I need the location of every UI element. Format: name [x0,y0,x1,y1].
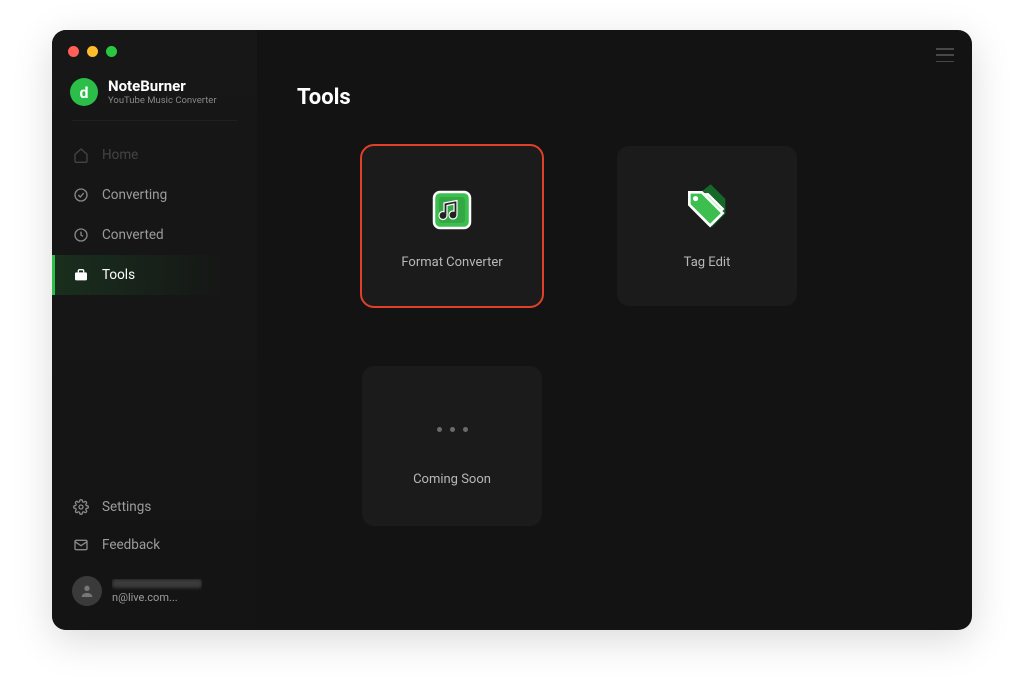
page-title: Tools [297,85,932,110]
toolbox-icon [72,266,90,284]
app-name: NoteBurner [108,78,217,95]
sidebar-bottom: Settings Feedback n@live.com... [52,488,257,630]
sidebar-item-label: Converted [102,227,164,243]
refresh-icon [72,186,90,204]
format-converter-icon [425,183,479,237]
brand: d NoteBurner YouTube Music Converter [52,78,257,120]
sidebar-item-label: Home [102,147,138,163]
tool-grid: Format Converter Tag Edit Coming [297,146,932,526]
sidebar: d NoteBurner YouTube Music Converter Hom… [52,30,257,630]
home-icon [72,146,90,164]
user-email: n@live.com... [112,591,202,604]
window-controls [68,46,117,57]
tool-label: Tag Edit [684,255,731,270]
gear-icon [72,498,90,516]
sidebar-item-settings[interactable]: Settings [52,488,257,526]
menu-icon[interactable] [936,48,954,62]
clock-icon [72,226,90,244]
app-subtitle: YouTube Music Converter [108,95,217,106]
user-name-redacted [112,579,202,588]
sidebar-item-tools[interactable]: Tools [52,255,257,295]
tag-icon [680,183,734,237]
ellipsis-icon [437,406,468,454]
sidebar-item-label: Feedback [102,537,160,553]
close-window-button[interactable] [68,46,79,57]
user-info: n@live.com... [112,579,202,604]
main-content: Tools Format Converter [257,30,972,630]
divider [72,120,237,121]
app-window: d NoteBurner YouTube Music Converter Hom… [52,30,972,630]
sidebar-item-label: Tools [102,267,135,283]
brand-text: NoteBurner YouTube Music Converter [108,78,217,106]
sidebar-item-label: Settings [102,499,151,515]
maximize-window-button[interactable] [106,46,117,57]
app-logo-letter: d [79,83,88,102]
avatar-icon [72,576,102,606]
tool-label: Coming Soon [413,472,491,487]
tool-label: Format Converter [401,255,502,270]
tool-card-tag-edit[interactable]: Tag Edit [617,146,797,306]
sidebar-item-label: Converting [102,187,167,203]
sidebar-item-converted[interactable]: Converted [52,215,257,255]
app-logo-icon: d [70,78,98,106]
mail-icon [72,536,90,554]
main-nav: Home Converting Converted Tools [52,135,257,295]
tool-card-format-converter[interactable]: Format Converter [362,146,542,306]
minimize-window-button[interactable] [87,46,98,57]
user-account[interactable]: n@live.com... [52,564,257,614]
tool-card-coming-soon: Coming Soon [362,366,542,526]
sidebar-item-home[interactable]: Home [52,135,257,175]
sidebar-item-converting[interactable]: Converting [52,175,257,215]
sidebar-item-feedback[interactable]: Feedback [52,526,257,564]
